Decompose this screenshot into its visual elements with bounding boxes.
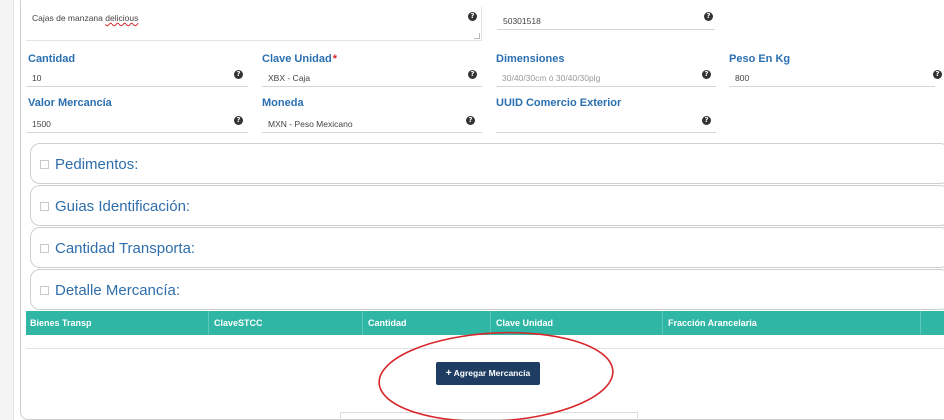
column-header-clave-stcc[interactable]: ClaveSTCC bbox=[214, 318, 263, 328]
moneda-label: Moneda bbox=[262, 97, 304, 109]
dimensiones-label: Dimensiones bbox=[496, 53, 565, 65]
help-icon[interactable]: ? bbox=[702, 70, 711, 79]
required-mark: * bbox=[332, 53, 337, 65]
moneda-select[interactable]: MXN - Peso Mexicano bbox=[262, 113, 482, 133]
cantidad-input[interactable]: 10 bbox=[26, 67, 248, 87]
help-icon[interactable]: ? bbox=[468, 12, 477, 21]
help-icon[interactable]: ? bbox=[704, 12, 713, 21]
help-icon[interactable]: ? bbox=[933, 70, 942, 79]
left-scroll-strip bbox=[0, 0, 14, 420]
clave-unidad-label-text: Clave Unidad bbox=[262, 53, 332, 65]
section-cantidad-transporta[interactable]: Cantidad Transporta: bbox=[30, 227, 944, 268]
valor-label: Valor Mercancía bbox=[28, 97, 112, 109]
clave-unidad-label: Clave Unidad* bbox=[262, 53, 337, 65]
total-field bbox=[340, 412, 638, 420]
add-mercancia-label: Agregar Mercancía bbox=[453, 368, 531, 378]
column-header-clave-unidad[interactable]: Clave Unidad bbox=[496, 318, 553, 328]
section-title: Pedimentos: bbox=[55, 156, 139, 173]
descripcion-misspelled-word: delicious bbox=[105, 13, 139, 23]
cantidad-label: Cantidad bbox=[28, 53, 76, 65]
add-mercancia-button[interactable]: + Agregar Mercancía bbox=[436, 362, 540, 385]
column-header-fraccion-arancelaria[interactable]: Fracción Arancelaria bbox=[668, 318, 757, 328]
dimensiones-input[interactable]: 30/40/30cm ó 30/40/30plg bbox=[496, 67, 716, 87]
section-title: Cantidad Transporta: bbox=[55, 240, 196, 257]
section-guias-identificacion[interactable]: Guias Identificación: bbox=[30, 185, 944, 226]
peso-label: Peso En Kg bbox=[729, 53, 791, 65]
plus-icon: + bbox=[445, 368, 452, 379]
section-pedimentos[interactable]: Pedimentos: bbox=[30, 143, 944, 184]
column-divider bbox=[490, 311, 491, 335]
help-icon[interactable]: ? bbox=[466, 116, 475, 125]
column-divider bbox=[920, 311, 921, 335]
bienes-transp-input[interactable]: 50301518 bbox=[497, 10, 715, 30]
textarea-resize-handle[interactable] bbox=[474, 33, 480, 39]
descripcion-text: Cajas de manzana bbox=[32, 13, 106, 23]
column-header-cantidad[interactable]: Cantidad bbox=[368, 318, 407, 328]
help-icon[interactable]: ? bbox=[234, 116, 243, 125]
uuid-input[interactable] bbox=[496, 113, 716, 133]
section-checkbox[interactable] bbox=[40, 244, 49, 253]
peso-input[interactable]: 800 bbox=[729, 67, 935, 87]
section-checkbox[interactable] bbox=[40, 202, 49, 211]
column-divider bbox=[208, 311, 209, 335]
column-divider bbox=[662, 311, 663, 335]
descripcion-textarea[interactable]: Cajas de manzana delicious bbox=[26, 7, 482, 41]
valor-input[interactable]: 1500 bbox=[26, 113, 248, 133]
column-header-bienes-transp[interactable]: Bienes Transp bbox=[30, 318, 92, 328]
help-icon[interactable]: ? bbox=[468, 70, 477, 79]
dimensiones-placeholder: 30/40/30cm ó 30/40/30plg bbox=[502, 73, 601, 83]
section-detalle-mercancia[interactable]: Detalle Mercancía: bbox=[30, 269, 944, 310]
section-title: Detalle Mercancía: bbox=[55, 282, 181, 299]
column-divider bbox=[362, 311, 363, 335]
clave-unidad-select[interactable]: XBX - Caja bbox=[262, 67, 482, 87]
section-title: Guias Identificación: bbox=[55, 198, 191, 215]
uuid-label: UUID Comercio Exterior bbox=[496, 97, 622, 109]
help-icon[interactable]: ? bbox=[702, 116, 711, 125]
help-icon[interactable]: ? bbox=[234, 70, 243, 79]
mercancias-table-header: Bienes Transp ClaveSTCC Cantidad Clave U… bbox=[26, 311, 944, 335]
section-checkbox[interactable] bbox=[40, 286, 49, 295]
section-checkbox[interactable] bbox=[40, 160, 49, 169]
table-divider bbox=[26, 348, 944, 349]
